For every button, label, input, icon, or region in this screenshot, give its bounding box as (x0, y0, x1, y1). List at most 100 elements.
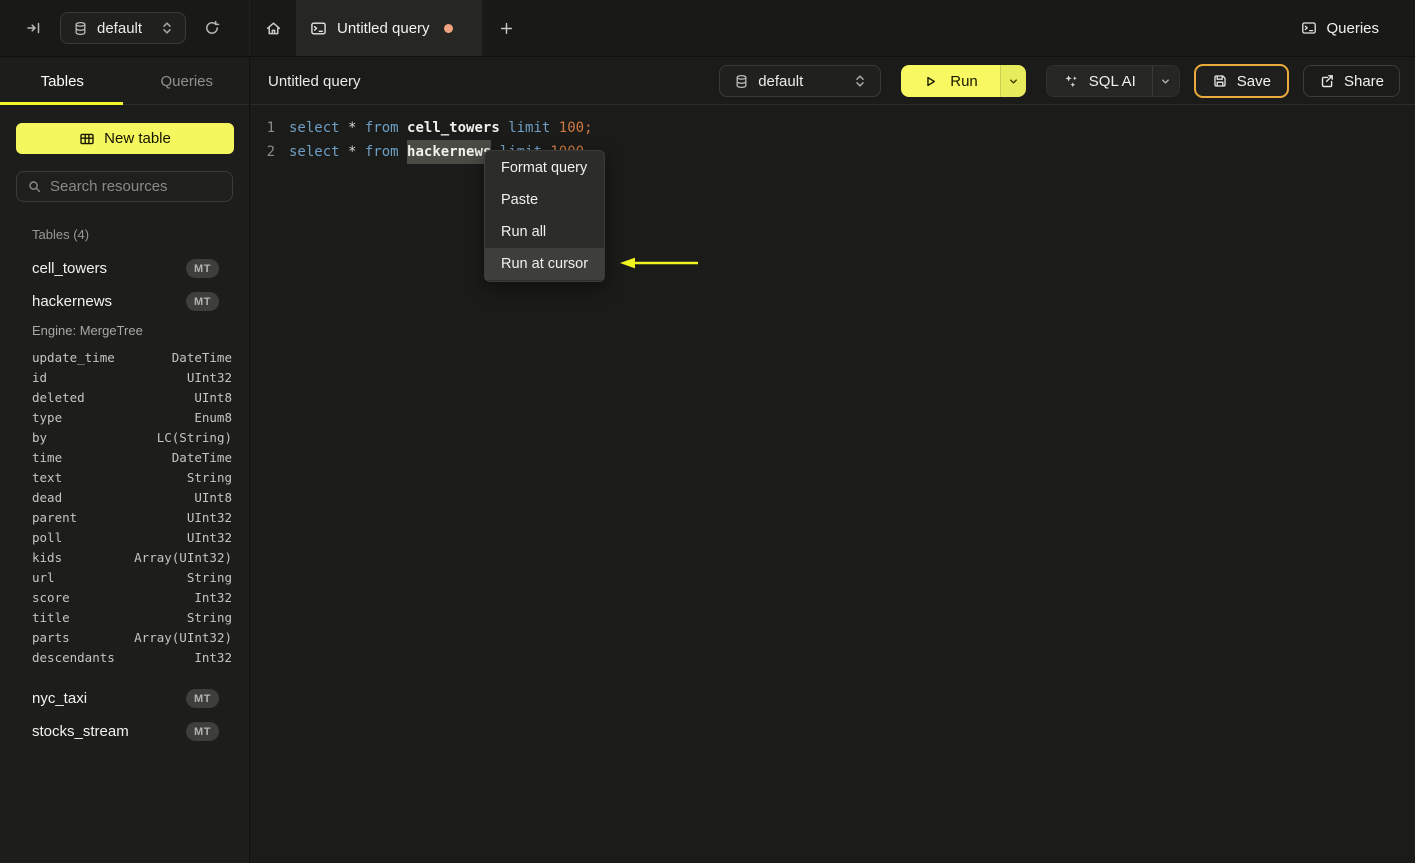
sql-keyword: select (289, 120, 340, 136)
column-type: Int32 (194, 649, 232, 665)
sql-ai-split-button: SQL AI (1045, 65, 1180, 97)
column-name: poll (32, 529, 63, 545)
column-name: url (32, 569, 55, 585)
search-input[interactable] (50, 178, 222, 195)
table-row-stocks-stream[interactable]: stocks_stream MT (0, 715, 249, 748)
database-selector-value: default (97, 19, 143, 37)
database-selector[interactable]: default (60, 12, 187, 44)
editor-context-menu: Format query Paste Run all Run at cursor (484, 150, 605, 282)
column-row: descendants Int32 (0, 647, 249, 667)
column-type: UInt8 (194, 489, 232, 505)
sidebar-tab-tables[interactable]: Tables (0, 58, 125, 105)
toolbar-database-value: default (758, 72, 804, 90)
collapse-sidebar-button[interactable] (22, 16, 46, 40)
sql-table-name-selected: hackernews (407, 140, 492, 164)
line-number: 1 (266, 120, 275, 136)
menu-item-run-all[interactable]: Run all (485, 216, 604, 248)
sql-ai-options-button[interactable] (1151, 66, 1179, 96)
sql-operator: * (339, 144, 365, 160)
column-type: Enum8 (194, 409, 232, 425)
column-type: String (186, 609, 232, 625)
column-row: by LC(String) (0, 427, 249, 447)
run-button-label: Run (950, 72, 978, 90)
plus-icon (499, 21, 514, 36)
code-line-2: 2 select * from hackernews limit 1000 (251, 140, 1415, 164)
collapse-sidebar-icon (26, 20, 42, 36)
queries-button-label: Queries (1326, 19, 1379, 37)
tables-section-label: Tables (4) (32, 227, 90, 242)
run-options-button[interactable] (999, 65, 1026, 97)
sql-keyword: from (364, 144, 399, 160)
table-name: nyc_taxi (32, 690, 88, 707)
column-type: String (186, 569, 232, 585)
column-name: text (32, 469, 63, 485)
column-row: id UInt32 (0, 367, 249, 387)
engine-badge: MT (186, 292, 219, 311)
new-table-button[interactable]: New table (16, 123, 234, 154)
table-name: hackernews (32, 293, 113, 310)
table-grid-icon (79, 131, 95, 147)
column-name: time (32, 449, 63, 465)
sidebar-tab-queries[interactable]: Queries (125, 58, 250, 104)
table-name: stocks_stream (32, 723, 129, 740)
column-row: kids Array(UInt32) (0, 547, 249, 567)
tables-bottom: nyc_taxi MT stocks_stream MT (0, 682, 249, 748)
tabstrip: Untitled query (250, 0, 530, 56)
save-icon (1212, 73, 1228, 89)
chevron-down-icon (1160, 76, 1171, 87)
column-row: type Enum8 (0, 407, 249, 427)
column-type: DateTime (171, 349, 232, 365)
topbar: default Untitled query Queries (0, 0, 1415, 57)
refresh-button[interactable] (200, 16, 224, 40)
menu-item-format-query[interactable]: Format query (485, 152, 604, 184)
main-panel: Untitled query default Run SQL AI Save S… (251, 58, 1415, 863)
table-row-hackernews[interactable]: hackernews MT (0, 285, 249, 318)
editor-toolbar: Untitled query default Run SQL AI Save S… (251, 58, 1415, 105)
menu-item-paste[interactable]: Paste (485, 184, 604, 216)
column-name: type (32, 409, 63, 425)
column-row: text String (0, 467, 249, 487)
column-type: Array(UInt32) (134, 629, 232, 645)
database-icon (734, 74, 749, 89)
column-row: parts Array(UInt32) (0, 627, 249, 647)
tab-label: Untitled query (337, 19, 430, 37)
updown-chevron-icon (161, 21, 173, 35)
column-name: dead (32, 489, 63, 505)
search-box (16, 171, 233, 202)
column-row: parent UInt32 (0, 507, 249, 527)
column-name: parts (32, 629, 70, 645)
run-split-button: Run (901, 65, 1026, 97)
share-button[interactable]: Share (1302, 65, 1400, 97)
column-type: DateTime (171, 449, 232, 465)
column-type: Array(UInt32) (134, 549, 232, 565)
table-row-cell-towers[interactable]: cell_towers MT (0, 252, 249, 285)
save-button[interactable]: Save (1193, 64, 1289, 98)
play-icon (923, 74, 938, 89)
column-row: time DateTime (0, 447, 249, 467)
sql-table-name: cell_towers (407, 120, 500, 136)
column-row: score Int32 (0, 587, 249, 607)
queries-button[interactable]: Queries (1301, 20, 1379, 37)
table-row-nyc-taxi[interactable]: nyc_taxi MT (0, 682, 249, 715)
sql-space (399, 116, 407, 140)
menu-item-run-at-cursor[interactable]: Run at cursor (485, 248, 604, 280)
column-type: String (186, 469, 232, 485)
column-name: kids (32, 549, 63, 565)
share-button-label: Share (1343, 72, 1384, 90)
home-button[interactable] (250, 0, 296, 56)
chevron-down-icon (1008, 76, 1019, 87)
column-type: Int32 (194, 589, 232, 605)
tab-untitled-query[interactable]: Untitled query (296, 0, 482, 56)
run-button[interactable]: Run (901, 65, 1000, 97)
column-name: deleted (32, 389, 85, 405)
toolbar-database-selector[interactable]: default (719, 65, 882, 97)
sql-editor[interactable]: 1 select * from cell_towers limit 100; 2… (251, 105, 1415, 164)
sql-ai-label: SQL AI (1088, 72, 1136, 90)
new-tab-button[interactable] (482, 0, 530, 56)
sql-operator: * (339, 120, 365, 136)
terminal-icon (310, 20, 327, 37)
unsaved-indicator-dot (443, 23, 453, 33)
topbar-right: Queries (1301, 0, 1415, 56)
sql-ai-button[interactable]: SQL AI (1047, 66, 1152, 96)
code-line-1: 1 select * from cell_towers limit 100; (251, 116, 1415, 140)
